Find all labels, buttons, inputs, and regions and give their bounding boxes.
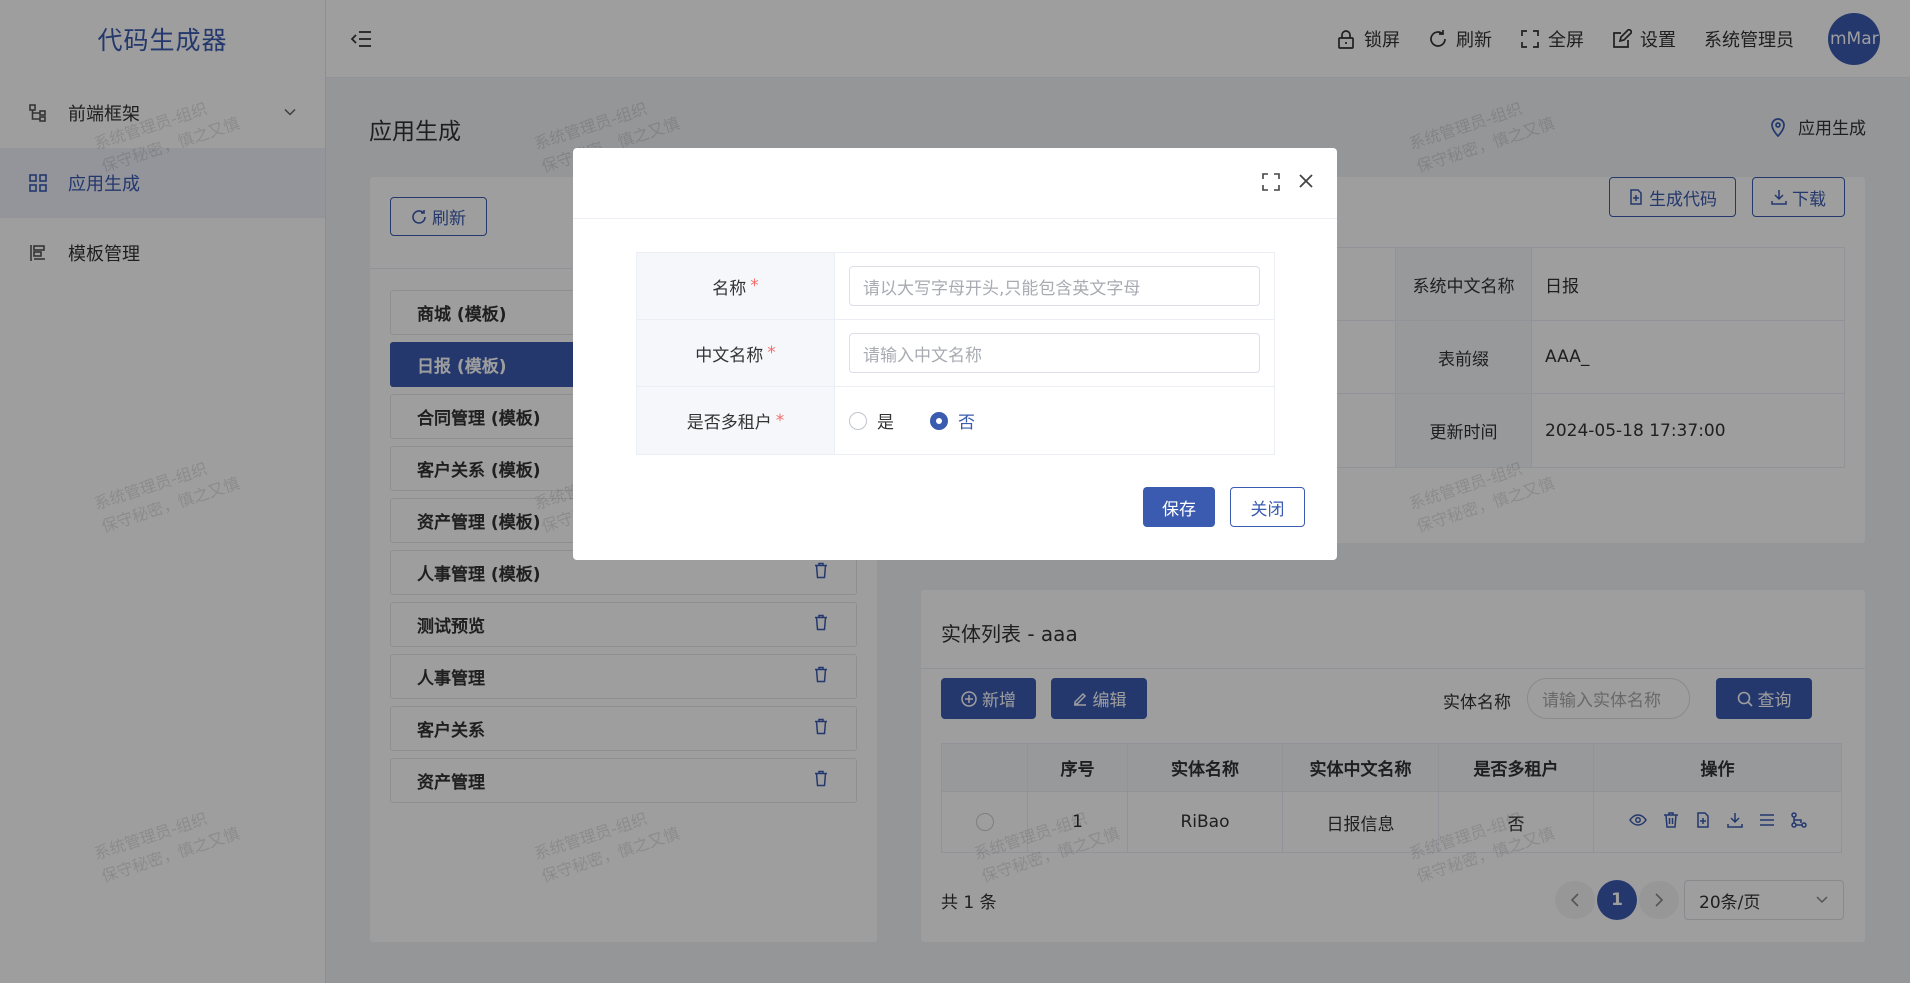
form-row-name: 名称 * 请以大写字母开头,只能包含英文字母 [637,253,1274,320]
form-row-cn-name: 中文名称 * 请输入中文名称 [637,320,1274,387]
radio-circle [849,411,867,430]
radio-yes[interactable]: 是 [849,408,894,433]
fullscreen-icon[interactable] [1261,172,1281,197]
form-table: 名称 * 请以大写字母开头,只能包含英文字母 中文名称 * 请输入中文名称 是否多租… [636,252,1275,455]
required-mark: * [750,276,759,296]
radio-circle [930,411,948,430]
close-icon[interactable] [1297,172,1315,195]
dialog-header [573,148,1337,219]
form-row-multi-tenant: 是否多租户 * 是 否 [637,387,1274,454]
required-mark: * [767,343,776,363]
name-input[interactable]: 请以大写字母开头,只能包含英文字母 [849,266,1260,306]
cn-name-input[interactable]: 请输入中文名称 [849,333,1260,373]
app-form-dialog: 名称 * 请以大写字母开头,只能包含英文字母 中文名称 * 请输入中文名称 是否多租… [573,148,1337,560]
radio-no[interactable]: 否 [930,408,975,433]
save-button[interactable]: 保存 [1143,487,1215,527]
required-mark: * [775,410,785,431]
close-button[interactable]: 关闭 [1230,487,1305,527]
